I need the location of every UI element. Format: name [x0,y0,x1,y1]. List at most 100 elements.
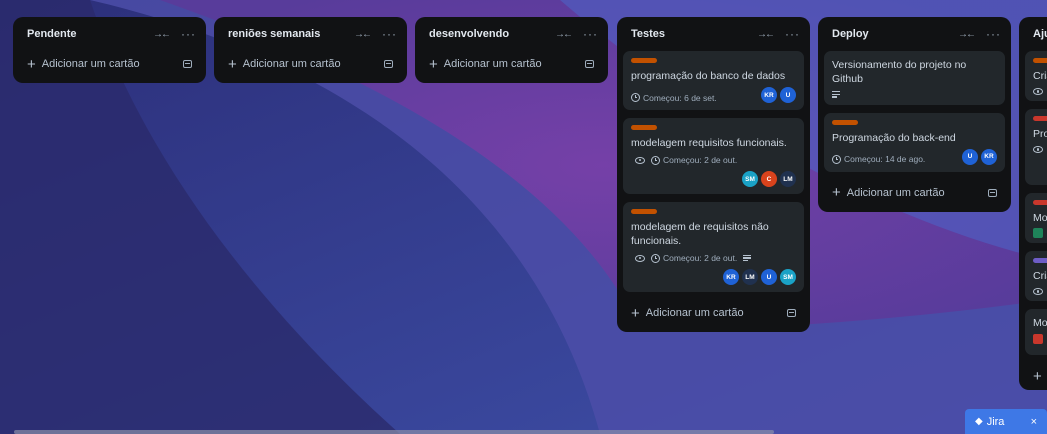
add-card-label: Adicionar um cartão [443,58,542,70]
card[interactable]: Versionamento do projeto no Github [824,51,1005,105]
list-deploy: Deploy →← ··· Versionamento do projeto n… [818,17,1011,212]
list-ajustes-partial: Aju Cria Pro Mo Cria Mo + [1019,17,1047,390]
list-header: Deploy →← ··· [824,17,1005,51]
list-pendente: Pendente →← ··· + Adicionar um cartão [13,17,206,83]
add-card-label: Adicionar um cartão [645,307,744,319]
watch-icon [1033,288,1043,295]
watch-icon [1033,88,1043,95]
close-icon[interactable]: × [1031,416,1037,428]
avatar[interactable]: U [780,87,796,103]
more-icon[interactable]: ··· [583,27,598,41]
card-label[interactable] [631,58,657,63]
plus-icon: + [27,55,36,73]
avatar[interactable]: U [761,269,777,285]
jira-icon: ◆ [975,416,983,427]
add-card-button[interactable]: + Adicionar um cartão [19,51,200,77]
list-title[interactable]: desenvolvendo [429,28,509,40]
avatar[interactable]: KR [761,87,777,103]
collapse-icon[interactable]: →← [354,29,372,40]
due-date-badge [1033,228,1043,238]
template-icon[interactable] [787,309,796,317]
avatar[interactable]: C [761,171,777,187]
template-icon[interactable] [988,188,997,197]
more-icon[interactable]: ··· [382,27,397,41]
collapse-icon[interactable]: →← [757,29,775,40]
card-label[interactable] [1033,200,1047,205]
more-icon[interactable]: ··· [181,27,196,41]
overdue-badge [1033,334,1043,344]
card-title: Cria [1033,70,1047,82]
card-label[interactable] [832,119,858,125]
list-header: reniões semanais →← ··· [220,17,401,51]
avatar[interactable]: LM [742,269,758,285]
board: Pendente →← ··· + Adicionar um cartão ren… [0,0,1047,434]
add-card-button[interactable]: + Adicionar um cartão [220,51,401,77]
card[interactable]: modelagem de requisitos não funcionais. … [623,202,804,292]
card-title: programação do banco de dados [631,70,786,82]
add-card-button[interactable]: + Adicionar um cartão [623,300,804,326]
start-date: Começou: 2 de out. [663,155,738,165]
add-card-label: Adicionar um cartão [242,58,341,70]
list-header: Pendente →← ··· [19,17,200,51]
plus-icon: + [228,55,237,73]
jira-label: Jira [986,415,1005,428]
more-icon[interactable]: ··· [785,27,800,41]
start-date-badge: Começou: 6 de set. [631,93,717,103]
avatar[interactable]: SM [780,269,796,285]
list-title[interactable]: reniões semanais [228,28,320,40]
template-icon[interactable] [585,60,594,68]
card-title: modelagem requisitos funcionais. [631,137,787,149]
avatar[interactable]: KR [981,148,997,165]
card-title: Cria [1033,270,1047,282]
card[interactable]: programação do banco de dados Começou: 6… [623,51,804,110]
more-icon[interactable]: ··· [986,27,1001,41]
card[interactable]: Programação do back-end Começou: 14 de a… [824,112,1005,172]
watch-icon [635,254,645,262]
add-card-label: Adicionar um cartão [846,186,945,199]
template-icon[interactable] [384,60,393,68]
plus-icon: + [429,55,438,73]
plus-icon: + [832,184,841,202]
clock-icon [832,154,841,164]
list-title[interactable]: Pendente [27,28,77,40]
start-date: Começou: 2 de out. [663,253,738,263]
list-title[interactable]: Testes [631,28,665,40]
card[interactable]: Mo [1025,193,1047,243]
start-date-badge: Começou: 2 de out. [651,155,737,165]
card[interactable]: Pro [1025,109,1047,185]
avatar[interactable]: LM [780,171,796,187]
jira-panel-tab[interactable]: ◆ Jira × [965,409,1047,434]
card-title: modelagem de requisitos não funcionais. [631,221,769,247]
card-label[interactable] [631,209,657,214]
card-label[interactable] [1033,116,1047,121]
plus-icon: + [1033,367,1042,385]
add-card-button[interactable]: + Adicionar um cartão [421,51,602,77]
collapse-icon[interactable]: →← [153,29,171,40]
card[interactable]: Cria [1025,251,1047,301]
list-title[interactable]: Aju [1033,28,1047,40]
card-title: Pro [1033,128,1047,140]
collapse-icon[interactable]: →← [555,29,573,40]
template-icon[interactable] [183,60,192,68]
plus-icon: + [631,304,640,322]
list-title[interactable]: Deploy [832,28,869,40]
watch-icon [635,156,645,164]
horizontal-scrollbar[interactable] [14,430,774,434]
card-label[interactable] [631,125,657,130]
avatar[interactable]: U [962,148,978,165]
avatar[interactable]: KR [723,269,739,285]
card[interactable]: modelagem requisitos funcionais. Começou… [623,118,804,194]
add-card-button[interactable]: + Adicionar um cartão [824,180,1005,206]
clock-icon [631,93,640,102]
card-label[interactable] [1033,258,1047,263]
card[interactable]: Mo [1025,309,1047,355]
list-header: desenvolvendo →← ··· [421,17,602,51]
add-card-label: Adicionar um cartão [41,58,140,70]
collapse-icon[interactable]: →← [958,29,976,40]
clock-icon [651,253,660,263]
card-label[interactable] [1033,58,1047,63]
avatar[interactable]: SM [742,171,758,187]
card[interactable]: Cria [1025,51,1047,101]
add-card-button[interactable]: + [1025,363,1047,389]
clock-icon [651,155,660,165]
